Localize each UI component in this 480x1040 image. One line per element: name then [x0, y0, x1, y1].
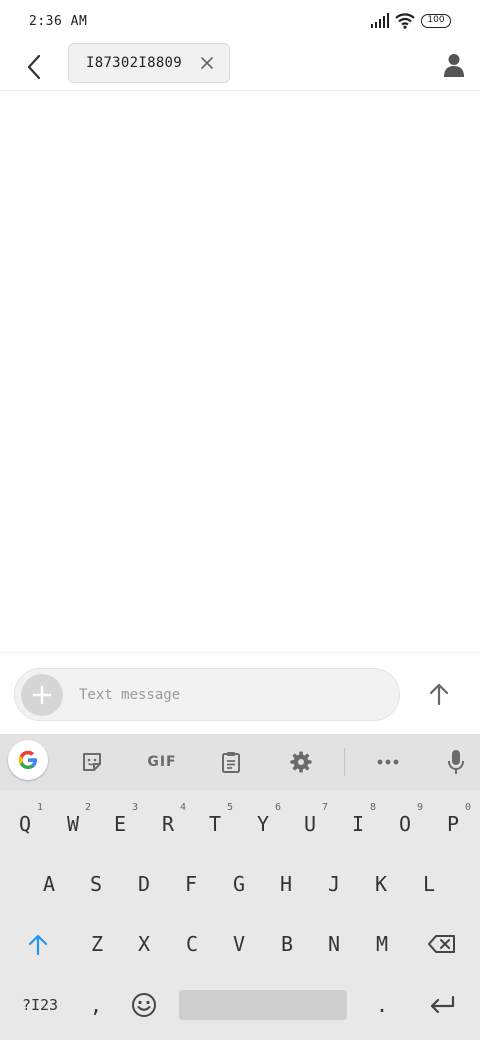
- key-a[interactable]: A: [27, 858, 71, 910]
- signal-icon: [370, 13, 390, 33]
- voice-input-button[interactable]: [436, 742, 476, 782]
- key-label: Y: [256, 812, 270, 836]
- clipboard-button[interactable]: [211, 742, 251, 782]
- period-key[interactable]: .: [360, 979, 404, 1031]
- key-n[interactable]: N: [312, 918, 356, 970]
- comma-key[interactable]: ,: [74, 979, 118, 1031]
- enter-key[interactable]: [420, 979, 464, 1031]
- key-label: U: [303, 812, 317, 836]
- attach-button[interactable]: [21, 674, 63, 716]
- key-hint: 7: [321, 802, 328, 813]
- key-t[interactable]: T5: [193, 798, 237, 850]
- person-icon: [444, 54, 464, 77]
- status-bar: 2:36 AM 100: [0, 0, 480, 44]
- emoji-key[interactable]: [122, 979, 166, 1031]
- key-f[interactable]: F: [169, 858, 213, 910]
- key-c[interactable]: C: [170, 918, 214, 970]
- key-e[interactable]: E3: [98, 798, 142, 850]
- key-hint: 1: [36, 802, 43, 813]
- arrow-up-icon: [429, 683, 449, 705]
- key-hint: 2: [84, 802, 91, 813]
- plus-icon: [32, 685, 52, 705]
- sticker-icon: [83, 753, 101, 771]
- key-label: E: [113, 812, 127, 836]
- enter-arrow-icon: [430, 996, 455, 1014]
- key-label: Q: [18, 812, 32, 836]
- key-label: W: [66, 812, 80, 836]
- key-x[interactable]: X: [122, 918, 166, 970]
- key-i[interactable]: I8: [336, 798, 380, 850]
- key-m[interactable]: M: [360, 918, 404, 970]
- chevron-left-icon: [27, 54, 41, 80]
- key-y[interactable]: Y6: [241, 798, 285, 850]
- key-w[interactable]: W2: [51, 798, 95, 850]
- compose-field: [14, 668, 400, 721]
- message-input[interactable]: [79, 681, 379, 709]
- key-l[interactable]: L: [407, 858, 451, 910]
- key-label: R: [161, 812, 175, 836]
- battery-icon: 100: [421, 14, 451, 28]
- conversation-area: [0, 91, 480, 652]
- key-hint: 4: [179, 802, 186, 813]
- key-r[interactable]: R4: [146, 798, 190, 850]
- key-hint: 0: [464, 802, 471, 813]
- gif-label: GIF: [147, 754, 177, 770]
- key-j[interactable]: J: [312, 858, 356, 910]
- key-s[interactable]: S: [74, 858, 118, 910]
- key-o[interactable]: O9: [383, 798, 427, 850]
- key-p[interactable]: P0: [431, 798, 475, 850]
- key-label: P: [446, 812, 460, 836]
- toolbar-divider: [344, 748, 345, 776]
- key-label: I: [351, 812, 365, 836]
- google-button[interactable]: [8, 740, 48, 780]
- close-icon: [201, 57, 213, 69]
- key-d[interactable]: D: [122, 858, 166, 910]
- symbols-key[interactable]: ?I23: [12, 979, 68, 1031]
- google-g-icon: [18, 750, 37, 769]
- keyboard: G I F ?I23 , . Q 1 W 2 E 3 R 4 T 5 Y 6 U 7…: [0, 734, 480, 1040]
- backspace-icon: [428, 935, 455, 953]
- shift-arrow-icon: [28, 934, 48, 955]
- more-button[interactable]: [368, 742, 408, 782]
- status-time: 2:36 AM: [29, 14, 88, 29]
- keyboard-toolbar: GIF: [0, 734, 480, 790]
- key-hint: 5: [226, 802, 233, 813]
- sticker-button[interactable]: [72, 742, 112, 782]
- backspace-key[interactable]: [418, 918, 466, 970]
- settings-button[interactable]: [281, 742, 321, 782]
- conversation-header: I87302I8809: [0, 43, 480, 91]
- key-q[interactable]: Q1: [3, 798, 47, 850]
- key-g[interactable]: G: [217, 858, 261, 910]
- key-k[interactable]: K: [359, 858, 403, 910]
- send-button[interactable]: [420, 675, 458, 713]
- microphone-icon: [448, 750, 464, 774]
- key-b[interactable]: B: [265, 918, 309, 970]
- more-horizontal-icon: [377, 759, 399, 765]
- wifi-icon: [395, 12, 415, 33]
- key-hint: 9: [416, 802, 423, 813]
- key-label: T: [208, 812, 222, 836]
- remove-recipient-button[interactable]: [197, 53, 217, 73]
- emoji-icon: [132, 993, 156, 1017]
- compose-bar: [0, 652, 480, 735]
- back-button[interactable]: [18, 50, 50, 84]
- key-hint: 8: [369, 802, 376, 813]
- recipient-number: I87302I8809: [86, 55, 183, 71]
- key-hint: 3: [131, 802, 138, 813]
- clipboard-icon: [222, 752, 240, 773]
- key-z[interactable]: Z: [75, 918, 119, 970]
- key-v[interactable]: V: [217, 918, 261, 970]
- recipient-chip[interactable]: I87302I8809: [68, 43, 230, 83]
- contact-button[interactable]: [438, 48, 470, 82]
- shift-key[interactable]: [16, 918, 60, 970]
- key-h[interactable]: H: [264, 858, 308, 910]
- gif-button[interactable]: GIF: [141, 742, 183, 782]
- key-label: O: [398, 812, 412, 836]
- space-key[interactable]: [179, 990, 347, 1020]
- gear-icon: [290, 751, 312, 773]
- key-u[interactable]: U7: [288, 798, 332, 850]
- key-hint: 6: [274, 802, 281, 813]
